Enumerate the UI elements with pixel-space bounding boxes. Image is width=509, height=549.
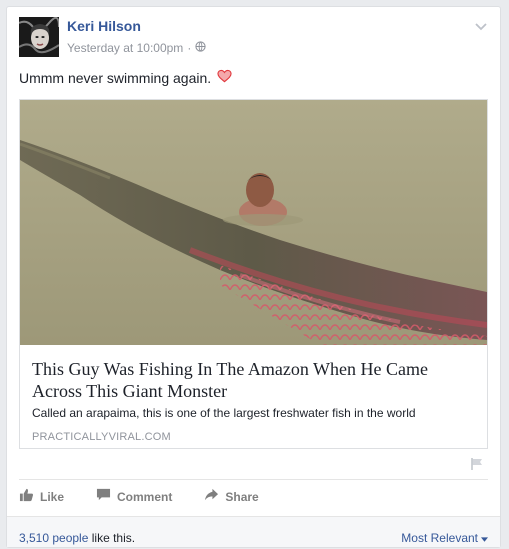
like-label: Like bbox=[40, 489, 65, 504]
sort-dropdown[interactable]: Most Relevant bbox=[401, 531, 488, 545]
link-description: Called an arapaima, this is one of the l… bbox=[32, 406, 416, 420]
post-timestamp[interactable]: Yesterday at 10:00pm bbox=[67, 41, 183, 55]
post-footer: 3,510 people like this. Most Relevant bbox=[7, 516, 500, 547]
post-text: Ummm never swimming again. bbox=[19, 69, 232, 86]
post-card: Keri Hilson Yesterday at 10:00pm · Ummm … bbox=[6, 6, 501, 548]
sort-label: Most Relevant bbox=[401, 531, 478, 545]
chevron-down-icon[interactable] bbox=[474, 19, 488, 33]
post-message: Ummm never swimming again. bbox=[19, 69, 212, 86]
link-preview[interactable]: This Guy Was Fishing In The Amazon When … bbox=[19, 99, 488, 449]
post-meta: Yesterday at 10:00pm · bbox=[67, 41, 206, 55]
globe-icon[interactable] bbox=[195, 41, 206, 55]
likes-summary[interactable]: 3,510 people like this. bbox=[19, 531, 135, 545]
comment-label: Comment bbox=[117, 489, 173, 504]
divider bbox=[19, 479, 488, 480]
comment-button[interactable]: Comment bbox=[96, 488, 172, 505]
like-button[interactable]: Like bbox=[19, 488, 64, 505]
likes-count[interactable]: 3,510 people bbox=[19, 531, 88, 545]
comment-icon bbox=[96, 488, 111, 505]
link-domain: PRACTICALLYVIRAL.COM bbox=[32, 431, 171, 443]
share-label: Share bbox=[225, 489, 259, 504]
share-icon bbox=[204, 488, 219, 505]
flag-icon[interactable] bbox=[470, 457, 484, 471]
action-bar: Like Comment Share bbox=[19, 488, 291, 505]
meta-separator: · bbox=[187, 41, 192, 55]
link-image[interactable] bbox=[20, 100, 487, 345]
link-headline[interactable]: This Guy Was Fishing In The Amazon When … bbox=[32, 358, 477, 402]
share-button[interactable]: Share bbox=[204, 488, 259, 505]
heart-icon bbox=[217, 69, 232, 86]
author-name[interactable]: Keri Hilson bbox=[67, 18, 141, 34]
likes-suffix: like this. bbox=[88, 531, 136, 545]
thumbs-up-icon bbox=[19, 488, 34, 505]
caret-down-icon bbox=[481, 531, 488, 545]
avatar[interactable] bbox=[19, 17, 59, 57]
